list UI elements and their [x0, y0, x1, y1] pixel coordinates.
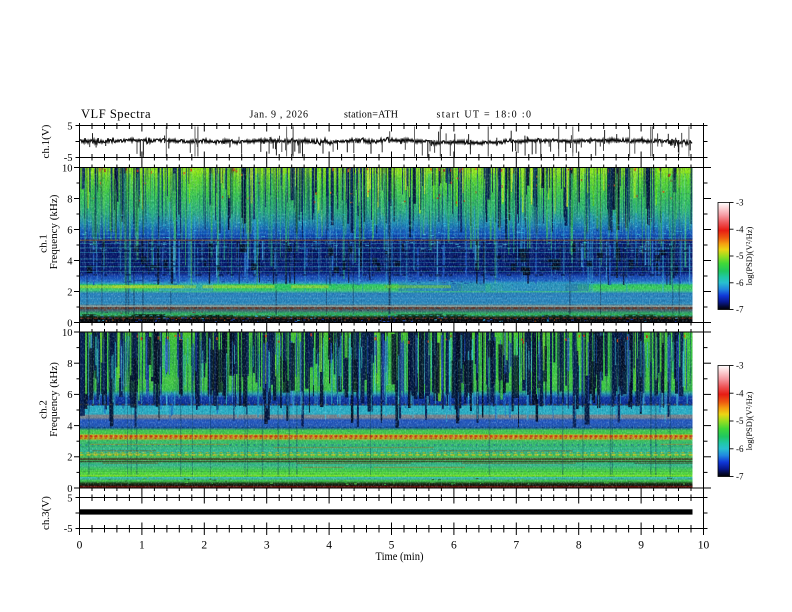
svg-text:-4: -4 [736, 388, 744, 398]
svg-text:ch.3(V): ch.3(V) [40, 496, 52, 530]
svg-text:-4: -4 [736, 224, 744, 234]
svg-text:5: 5 [67, 493, 72, 504]
svg-text:-5: -5 [736, 416, 744, 426]
svg-text:8: 8 [67, 194, 72, 205]
svg-text:Jan. 9 , 2026: Jan. 9 , 2026 [250, 110, 309, 121]
svg-text:10: 10 [62, 163, 73, 174]
svg-text:Time (min): Time (min) [376, 551, 424, 563]
svg-text:3: 3 [264, 540, 270, 552]
svg-text:1: 1 [139, 540, 145, 552]
svg-text:6: 6 [451, 540, 457, 552]
svg-text:2: 2 [67, 287, 72, 298]
svg-text:8: 8 [576, 540, 582, 552]
svg-text:4: 4 [67, 256, 73, 267]
svg-text:log(PSD)(V²/Hz): log(PSD)(V²/Hz) [744, 226, 754, 285]
svg-text:0: 0 [67, 318, 72, 329]
svg-text:5: 5 [67, 121, 72, 132]
svg-text:ch.1(V): ch.1(V) [40, 124, 52, 158]
svg-text:-3: -3 [736, 361, 744, 371]
svg-text:Frequency (kHz): Frequency (kHz) [48, 362, 60, 437]
svg-text:Frequency (kHz): Frequency (kHz) [48, 194, 60, 269]
svg-text:-5: -5 [64, 524, 73, 535]
svg-text:2: 2 [201, 540, 207, 552]
svg-text:4: 4 [67, 421, 73, 432]
svg-text:-3: -3 [736, 198, 744, 208]
svg-text:-5: -5 [736, 251, 744, 261]
svg-text:VLF Spectra: VLF Spectra [81, 107, 151, 121]
svg-text:10: 10 [62, 328, 73, 339]
svg-text:6: 6 [67, 390, 72, 401]
svg-text:-6: -6 [736, 278, 744, 288]
svg-text:4: 4 [326, 540, 332, 552]
svg-text:6: 6 [67, 225, 72, 236]
svg-text:10: 10 [698, 540, 710, 552]
svg-text:-7: -7 [736, 472, 744, 482]
svg-text:7: 7 [513, 540, 519, 552]
svg-text:0: 0 [77, 540, 83, 552]
svg-text:log(PSD)(V²/Hz): log(PSD)(V²/Hz) [744, 391, 754, 450]
svg-text:9: 9 [638, 540, 644, 552]
svg-text:-7: -7 [736, 305, 744, 315]
svg-text:5: 5 [389, 540, 395, 552]
svg-text:-6: -6 [736, 444, 744, 454]
svg-text:station=ATH: station=ATH [344, 110, 398, 121]
svg-text:2: 2 [67, 453, 72, 464]
svg-text:8: 8 [67, 359, 72, 370]
